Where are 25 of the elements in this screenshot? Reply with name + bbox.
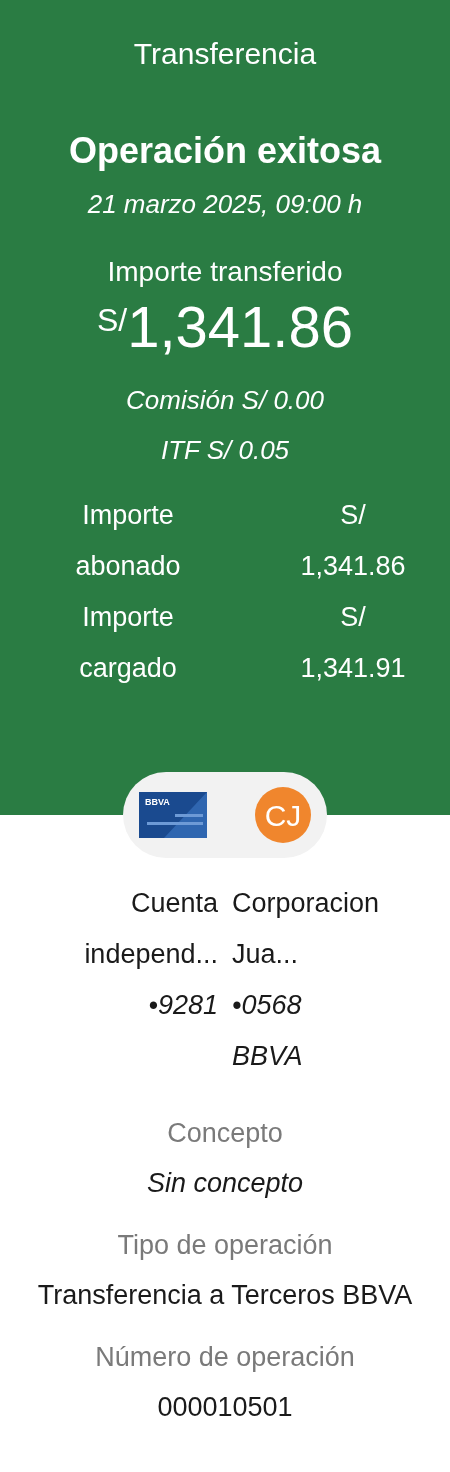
summary-label: Importe cargado bbox=[78, 601, 178, 685]
screen-title: Transferencia bbox=[133, 36, 317, 72]
detail-value: 000010501 bbox=[157, 1391, 293, 1424]
summary-label: Importe abonado bbox=[74, 499, 182, 583]
detail-label: Número de operación bbox=[95, 1341, 355, 1374]
origin-account: •9281 bbox=[148, 989, 218, 1022]
detail-label: Tipo de operación bbox=[117, 1229, 333, 1262]
itf-text: ITF S/ 0.05 bbox=[160, 434, 290, 467]
avatar-initials: CJ bbox=[255, 787, 311, 843]
date-text: 21 marzo 2025, 09:00 h bbox=[87, 188, 363, 221]
bank-card-icon: BBVA bbox=[139, 792, 207, 838]
commission-text: Comisión S/ 0.00 bbox=[126, 384, 324, 417]
amount-text: 1,341.86 bbox=[127, 293, 353, 361]
destination-bank: BBVA bbox=[232, 1040, 303, 1073]
destination-name: Corporacion Jua... bbox=[232, 887, 381, 971]
detail-label: Concepto bbox=[167, 1117, 283, 1150]
detail-value: Transferencia a Terceros BBVA bbox=[37, 1279, 413, 1312]
amount-label: Importe transferido bbox=[107, 255, 343, 289]
detail-value: Sin concepto bbox=[146, 1167, 304, 1200]
summary-value: S/ 1,341.91 bbox=[299, 601, 407, 685]
status-heading: Operación exitosa bbox=[68, 129, 382, 173]
origin-name: Cuenta independ... bbox=[83, 887, 218, 971]
summary-value: S/ 1,341.86 bbox=[299, 499, 407, 583]
destination-account: •0568 bbox=[232, 989, 302, 1022]
currency-symbol: S/ bbox=[97, 301, 128, 338]
